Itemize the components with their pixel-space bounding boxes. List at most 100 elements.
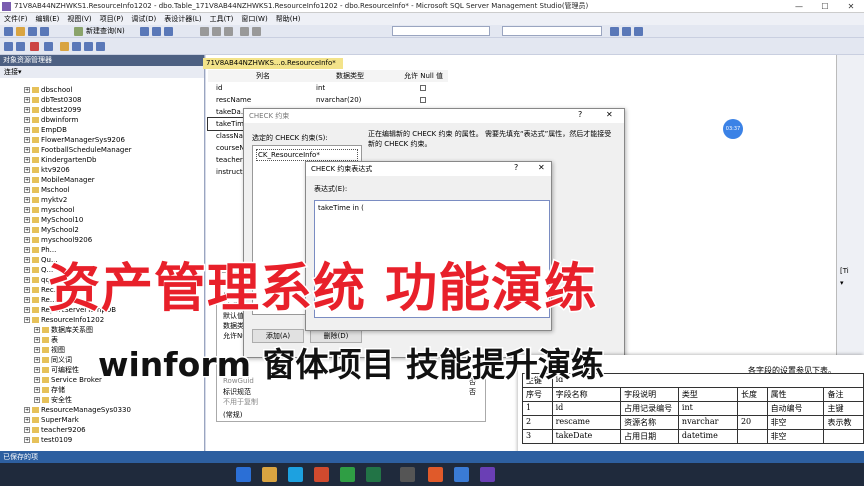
tree-database[interactable]: + myschool9206 bbox=[24, 235, 92, 245]
expand-icon[interactable]: + bbox=[24, 137, 30, 143]
menu-window[interactable]: 窗口(W) bbox=[237, 13, 271, 25]
excel-icon[interactable] bbox=[366, 467, 381, 482]
expand-icon[interactable]: + bbox=[34, 387, 40, 393]
refresh-icon[interactable] bbox=[44, 42, 53, 51]
dmx-query-icon[interactable] bbox=[164, 27, 173, 36]
expand-icon[interactable]: + bbox=[34, 337, 40, 343]
disconnect-icon[interactable] bbox=[16, 42, 25, 51]
tree-database[interactable]: + myschool bbox=[24, 205, 74, 215]
menu-help[interactable]: 帮助(H) bbox=[272, 13, 305, 25]
tree-database[interactable]: + MySchool2 bbox=[24, 225, 79, 235]
connect-button[interactable]: 连接▾ bbox=[4, 68, 22, 76]
find-combo[interactable] bbox=[502, 26, 602, 36]
app-icon-1[interactable] bbox=[314, 467, 329, 482]
data-type-cell[interactable]: nvarchar(20) bbox=[316, 94, 361, 106]
tree-database[interactable]: + test0109 bbox=[24, 435, 72, 445]
prop-not-for-replication[interactable]: 不用于复制 bbox=[223, 397, 258, 407]
expand-icon[interactable]: + bbox=[24, 107, 30, 113]
expand-icon[interactable]: + bbox=[34, 397, 40, 403]
minimize-button[interactable]: — bbox=[786, 0, 812, 13]
expand-icon[interactable]: + bbox=[24, 297, 30, 303]
expand-icon[interactable]: + bbox=[24, 277, 30, 283]
expand-icon[interactable]: + bbox=[24, 287, 30, 293]
tree-folder[interactable]: + 数据库关系图 bbox=[34, 325, 93, 335]
relationships-icon[interactable] bbox=[72, 42, 81, 51]
menu-debug[interactable]: 调试(D) bbox=[127, 13, 160, 25]
column-name-cell[interactable]: rescName bbox=[216, 94, 251, 106]
new-query-icon[interactable] bbox=[74, 27, 83, 36]
menu-file[interactable]: 文件(F) bbox=[0, 13, 32, 25]
tree-database[interactable]: + FootballScheduleManager bbox=[24, 145, 132, 155]
new-project-icon[interactable] bbox=[4, 27, 13, 36]
tree-database[interactable]: + ktv9206 bbox=[24, 165, 70, 175]
expand-icon[interactable]: + bbox=[24, 87, 30, 93]
find-icon[interactable] bbox=[610, 27, 619, 36]
new-query-button[interactable]: 新建查询(N) bbox=[86, 26, 125, 36]
expand-icon[interactable]: + bbox=[24, 147, 30, 153]
indexes-icon[interactable] bbox=[84, 42, 93, 51]
key-icon[interactable] bbox=[60, 42, 69, 51]
expand-icon[interactable]: + bbox=[24, 167, 30, 173]
expand-icon[interactable]: + bbox=[24, 237, 30, 243]
browser-icon[interactable] bbox=[454, 467, 469, 482]
tree-database[interactable]: + MySchool10 bbox=[24, 215, 83, 225]
expand-icon[interactable]: + bbox=[24, 197, 30, 203]
menu-project[interactable]: 项目(P) bbox=[96, 13, 128, 25]
expand-icon[interactable]: + bbox=[24, 317, 30, 323]
expand-icon[interactable]: + bbox=[34, 377, 40, 383]
right-panel-arrow[interactable]: ▾ bbox=[840, 279, 844, 287]
solution-config-combo[interactable] bbox=[392, 26, 490, 36]
save-icon[interactable] bbox=[28, 27, 37, 36]
expand-icon[interactable]: + bbox=[24, 437, 30, 443]
expand-icon[interactable]: + bbox=[24, 427, 30, 433]
tree-database[interactable]: + EmpDB bbox=[24, 125, 67, 135]
maximize-button[interactable]: ☐ bbox=[812, 0, 838, 13]
tree-database[interactable]: + ResourceManageSys0330 bbox=[24, 405, 131, 415]
allow-null-checkbox[interactable] bbox=[420, 97, 426, 103]
menu-table-designer[interactable]: 表设计器(L) bbox=[160, 13, 205, 25]
tree-folder[interactable]: + 表 bbox=[34, 335, 58, 345]
tree-database[interactable]: + dbTest0308 bbox=[24, 95, 82, 105]
expand-icon[interactable]: + bbox=[24, 157, 30, 163]
expand-icon[interactable]: + bbox=[24, 307, 30, 313]
expand-icon[interactable]: + bbox=[24, 407, 30, 413]
expand-icon[interactable]: + bbox=[24, 97, 30, 103]
grid-row[interactable]: rescName nvarchar(20) bbox=[208, 94, 448, 106]
tree-database[interactable]: + KindergartenDb bbox=[24, 155, 96, 165]
expand-icon[interactable]: + bbox=[24, 227, 30, 233]
edge-icon[interactable] bbox=[288, 467, 303, 482]
allow-null-checkbox[interactable] bbox=[420, 85, 426, 91]
expand-icon[interactable]: + bbox=[24, 127, 30, 133]
prop-identity[interactable]: 标识规范 bbox=[223, 387, 251, 397]
tree-database[interactable]: + SuperMark bbox=[24, 415, 79, 425]
expand-icon[interactable]: + bbox=[34, 367, 40, 373]
connect-icon[interactable] bbox=[4, 42, 13, 51]
undo-icon[interactable] bbox=[240, 27, 249, 36]
check-dialog-close-button[interactable]: ✕ bbox=[606, 110, 613, 119]
expand-icon[interactable]: + bbox=[24, 257, 30, 263]
tree-folder[interactable]: + 安全性 bbox=[34, 395, 72, 405]
properties-icon[interactable] bbox=[634, 27, 643, 36]
tree-folder[interactable]: + 可编程性 bbox=[34, 365, 79, 375]
expand-icon[interactable]: + bbox=[24, 267, 30, 273]
copy-icon[interactable] bbox=[212, 27, 221, 36]
tree-database[interactable]: + dbschool bbox=[24, 85, 72, 95]
expr-close-button[interactable]: ✕ bbox=[538, 163, 545, 172]
expand-icon[interactable]: + bbox=[34, 357, 40, 363]
column-name-cell[interactable]: id bbox=[216, 82, 222, 94]
app-icon-2[interactable] bbox=[340, 467, 355, 482]
expand-icon[interactable]: + bbox=[24, 117, 30, 123]
obs-icon[interactable] bbox=[400, 467, 415, 482]
tree-folder[interactable]: + 视图 bbox=[34, 345, 65, 355]
tree-folder[interactable]: + 同义词 bbox=[34, 355, 72, 365]
expand-icon[interactable]: + bbox=[24, 217, 30, 223]
app-icon-3[interactable] bbox=[428, 467, 443, 482]
menu-tools[interactable]: 工具(T) bbox=[206, 13, 238, 25]
data-type-cell[interactable]: int bbox=[316, 82, 325, 94]
mdx-query-icon[interactable] bbox=[152, 27, 161, 36]
check-constraint-item[interactable]: CK_ResourceInfo* bbox=[256, 149, 358, 161]
save-all-icon[interactable] bbox=[40, 27, 49, 36]
help-button[interactable]: ? bbox=[578, 110, 582, 119]
expr-help-button[interactable]: ? bbox=[514, 163, 518, 172]
tree-database[interactable]: + dbtest2099 bbox=[24, 105, 81, 115]
